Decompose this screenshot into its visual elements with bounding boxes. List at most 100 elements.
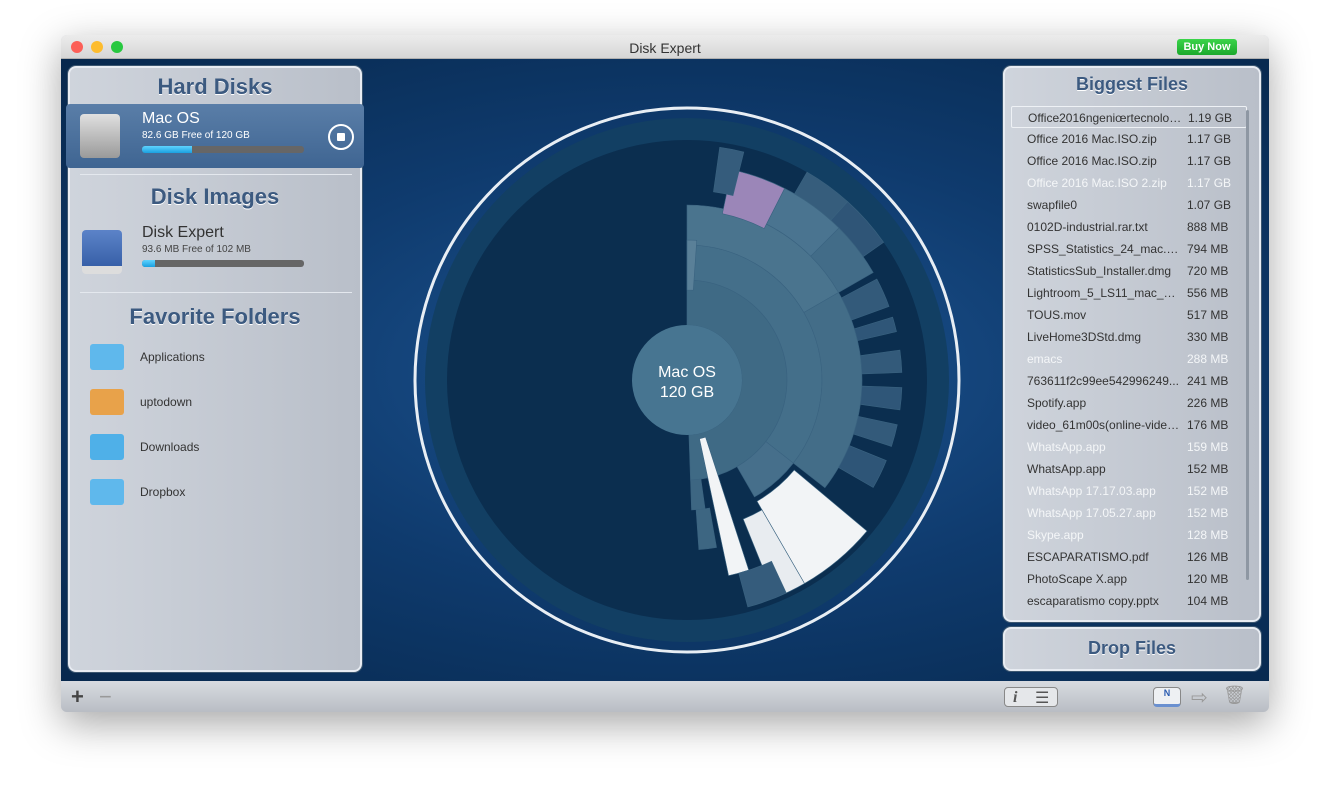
divider: [80, 174, 352, 175]
file-name: 0102D-industrial.rar.txt: [1027, 220, 1148, 234]
eject-stop-icon[interactable]: [328, 124, 354, 150]
applications-folder-icon: [90, 344, 124, 370]
note-icon: N: [1163, 688, 1171, 698]
favorite-folder-item[interactable]: Downloads: [90, 432, 340, 462]
file-row[interactable]: Spotify.app 226 MB: [1011, 392, 1247, 414]
file-size: 152 MB: [1187, 484, 1229, 498]
view-toggle: i ☰: [1004, 687, 1058, 707]
divider: [80, 292, 352, 293]
drop-files-area[interactable]: Drop Files: [1003, 627, 1261, 671]
file-row[interactable]: video_61m00s(online-video-... 176 MB: [1011, 414, 1247, 436]
file-row[interactable]: SPSS_Statistics_24_mac.dmg 794 MB: [1011, 238, 1247, 260]
file-row[interactable]: Office 2016 Mac.ISO.zip 1.17 GB: [1011, 150, 1247, 172]
file-row[interactable]: Office 2016 Mac.ISO 2.zip 1.17 GB: [1011, 172, 1247, 194]
file-name: WhatsApp.app: [1027, 440, 1106, 454]
file-row[interactable]: WhatsApp 17.05.27.app 152 MB: [1011, 502, 1247, 524]
file-size: 120 MB: [1187, 572, 1229, 586]
file-name: Spotify.app: [1027, 396, 1087, 410]
file-size: 1.17 GB: [1187, 132, 1232, 146]
downloads-folder-icon: [90, 434, 124, 460]
file-row[interactable]: TOUS.mov 517 MB: [1011, 304, 1247, 326]
drop-files-label: Drop Files: [1087, 638, 1176, 658]
disk-images-heading: Disk Images: [150, 184, 280, 209]
window-title: Disk Expert: [629, 40, 701, 56]
sidebar: Hard Disks Mac OS 82.6 GB Free of 120 GB…: [66, 66, 364, 672]
file-row[interactable]: StatisticsSub_Installer.dmg 720 MB: [1011, 260, 1247, 282]
file-size: 1.17 GB: [1187, 154, 1232, 168]
file-name: LiveHome3DStd.dmg: [1027, 330, 1142, 344]
bottom-toolbar: + − i ☰ N ⇨ 🗑: [61, 681, 1269, 712]
disk-item-mac-os[interactable]: Mac OS 82.6 GB Free of 120 GB: [66, 104, 364, 168]
list-view-button[interactable]: ☰: [1035, 688, 1049, 708]
file-name: escaparatismo copy.pptx: [1027, 594, 1159, 608]
disk-usage-sunburst[interactable]: Mac OS 120 GB: [361, 59, 1001, 681]
home-folder-icon: [90, 389, 124, 415]
info-view-button[interactable]: i: [1013, 689, 1017, 707]
file-size: 556 MB: [1187, 286, 1229, 300]
note-button[interactable]: N: [1153, 687, 1181, 707]
favorite-folder-item[interactable]: uptodown: [90, 387, 340, 417]
disk-image-item[interactable]: Disk Expert 93.6 MB Free of 102 MB: [66, 218, 364, 282]
disk-name: Mac OS: [142, 110, 200, 127]
file-row[interactable]: PhotoScape X.app 120 MB: [1011, 568, 1247, 590]
file-size: 159 MB: [1187, 440, 1229, 454]
app-window: Disk Expert Buy Now Hard Disks Mac OS 82…: [61, 35, 1269, 712]
file-name: Lightroom_5_LS11_mac_5_7...: [1027, 286, 1182, 300]
disk-usage-bar: [142, 146, 304, 153]
file-name: video_61m00s(online-video-...: [1027, 418, 1182, 432]
file-name: Office 2016 Mac.ISO 2.zip: [1027, 176, 1167, 190]
biggest-files-heading: Biggest Files: [1075, 74, 1189, 94]
file-name: emacs: [1027, 352, 1063, 366]
disk-info: 93.6 MB Free of 102 MB: [142, 244, 251, 255]
file-name: ESCAPARATISMO.pdf: [1027, 550, 1149, 564]
file-row[interactable]: Office2016ngeniœrtecnologi... 1.19 GB: [1011, 106, 1247, 128]
favorite-folder-item[interactable]: Dropbox: [90, 477, 340, 507]
add-button[interactable]: +: [71, 684, 84, 710]
title-bar: Disk Expert Buy Now: [61, 35, 1269, 59]
biggest-files-panel: Biggest Files Office2016ngeniœrtecnologi…: [1003, 66, 1261, 622]
file-size: 720 MB: [1187, 264, 1229, 278]
disk-image-icon: [82, 230, 122, 274]
favorite-folder-item[interactable]: Applications: [90, 342, 340, 372]
file-row[interactable]: Skype.app 128 MB: [1011, 524, 1247, 546]
file-row[interactable]: Lightroom_5_LS11_mac_5_7... 556 MB: [1011, 282, 1247, 304]
move-icon[interactable]: ⇨: [1191, 685, 1208, 710]
file-name: WhatsApp.app: [1027, 462, 1106, 476]
file-name: PhotoScape X.app: [1027, 572, 1128, 586]
file-name: WhatsApp 17.05.27.app: [1027, 506, 1156, 520]
file-row[interactable]: WhatsApp.app 152 MB: [1011, 458, 1247, 480]
favorite-folder-label: uptodown: [140, 395, 193, 409]
dropbox-folder-icon: [90, 479, 124, 505]
file-name: swapfile0: [1027, 198, 1078, 212]
favorite-folders-heading: Favorite Folders: [129, 304, 301, 329]
favorite-folder-label: Dropbox: [140, 485, 186, 499]
file-row[interactable]: ESCAPARATISMO.pdf 126 MB: [1011, 546, 1247, 568]
file-size: 794 MB: [1187, 242, 1229, 256]
file-row[interactable]: emacs 288 MB: [1011, 348, 1247, 370]
trash-icon[interactable]: 🗑: [1223, 685, 1246, 706]
file-row[interactable]: 0102D-industrial.rar.txt 888 MB: [1011, 216, 1247, 238]
file-row[interactable]: swapfile0 1.07 GB: [1011, 194, 1247, 216]
file-size: 888 MB: [1187, 220, 1229, 234]
center-disk-name: Mac OS: [658, 364, 716, 381]
file-row[interactable]: Office 2016 Mac.ISO.zip 1.17 GB: [1011, 128, 1247, 150]
buy-now-button[interactable]: Buy Now: [1177, 39, 1237, 55]
file-row[interactable]: escaparatismo copy.pptx 104 MB: [1011, 590, 1247, 612]
favorite-folder-label: Applications: [140, 350, 205, 364]
file-name: SPSS_Statistics_24_mac.dmg: [1027, 242, 1182, 256]
disk-usage-bar: [142, 260, 304, 267]
file-name: WhatsApp 17.17.03.app: [1027, 484, 1156, 498]
file-name: Office 2016 Mac.ISO.zip: [1027, 132, 1157, 146]
file-row[interactable]: WhatsApp 17.17.03.app 152 MB: [1011, 480, 1247, 502]
file-row[interactable]: 763611f2c99ee542996249... 241 MB: [1011, 370, 1247, 392]
favorite-folder-label: Downloads: [140, 440, 200, 454]
hard-disks-heading: Hard Disks: [157, 74, 273, 99]
file-size: 241 MB: [1187, 374, 1229, 388]
scrollbar[interactable]: [1246, 110, 1249, 580]
remove-button[interactable]: −: [99, 684, 112, 710]
file-size: 152 MB: [1187, 462, 1229, 476]
file-size: 126 MB: [1187, 550, 1229, 564]
file-row[interactable]: LiveHome3DStd.dmg 330 MB: [1011, 326, 1247, 348]
file-size: 330 MB: [1187, 330, 1229, 344]
file-row[interactable]: WhatsApp.app 159 MB: [1011, 436, 1247, 458]
